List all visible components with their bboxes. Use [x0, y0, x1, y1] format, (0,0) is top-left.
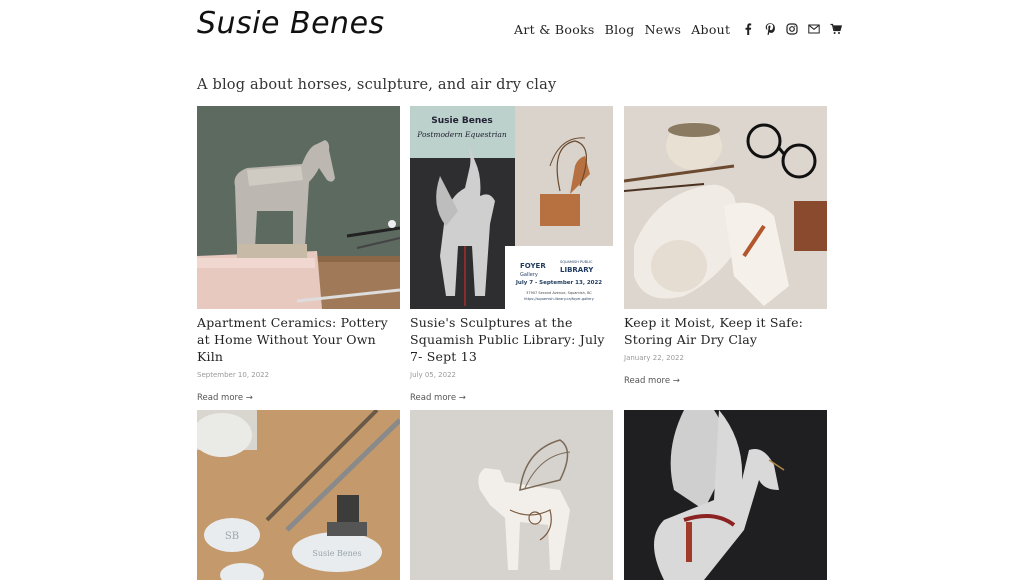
post-image[interactable]: [624, 106, 827, 309]
nav-about[interactable]: About: [691, 22, 730, 37]
blog-tagline: A blog about horses, sculpture, and air …: [197, 77, 557, 93]
blog-post-card: Susie Benes Postmodern Equestrian FOYER …: [410, 106, 613, 403]
mail-icon[interactable]: [806, 21, 822, 37]
read-more-link[interactable]: Read more →: [197, 393, 400, 403]
nav-blog[interactable]: Blog: [605, 22, 635, 37]
poster-url: https://squamish.library.ca/foyer-galler…: [524, 297, 594, 301]
poster-org1b: Gallery: [520, 272, 538, 278]
post-image[interactable]: [197, 106, 400, 309]
post-title[interactable]: Apartment Ceramics: Pottery at Home With…: [197, 314, 400, 365]
read-more-link[interactable]: Read more →: [410, 393, 613, 403]
main-nav: Art & Books Blog News About: [514, 21, 844, 37]
read-more-link[interactable]: Read more →: [624, 376, 827, 386]
instagram-icon[interactable]: [784, 21, 800, 37]
poster-org2b: LIBRARY: [560, 266, 594, 274]
site-logo[interactable]: Susie Benes: [197, 6, 385, 41]
post-date: January 22, 2022: [624, 354, 684, 362]
post-image[interactable]: [624, 410, 827, 580]
post-image[interactable]: [410, 410, 613, 580]
post-title[interactable]: Susie's Sculptures at the Squamish Publi…: [410, 314, 613, 365]
poster-address: 37907 Second Avenue, Squamish, BC: [526, 291, 592, 295]
poster-name: Susie Benes: [431, 116, 492, 126]
post-date: September 10, 2022: [197, 371, 270, 379]
stamp-initials: SB: [225, 531, 239, 542]
post-title[interactable]: Keep it Moist, Keep it Safe: Storing Air…: [624, 314, 827, 348]
cart-icon[interactable]: [828, 21, 844, 37]
pinterest-icon[interactable]: [762, 21, 778, 37]
post-image[interactable]: Susie Benes Postmodern Equestrian FOYER …: [410, 106, 613, 309]
blog-post-card: Keep it Moist, Keep it Safe: Storing Air…: [624, 106, 827, 386]
poster-subtitle: Postmodern Equestrian: [416, 130, 507, 139]
stamp-name: Susie Benes: [312, 549, 361, 558]
post-date: July 05, 2022: [410, 371, 456, 379]
poster-org1: FOYER: [520, 262, 546, 270]
nav-art-books[interactable]: Art & Books: [514, 22, 595, 37]
poster-dates: July 7 - September 13, 2022: [515, 280, 602, 286]
nav-news[interactable]: News: [645, 22, 682, 37]
facebook-icon[interactable]: [740, 21, 756, 37]
post-image[interactable]: SB Susie Benes: [197, 410, 400, 580]
poster-org2: SQUAMISH PUBLIC: [560, 260, 593, 264]
blog-post-card: Apartment Ceramics: Pottery at Home With…: [197, 106, 400, 403]
